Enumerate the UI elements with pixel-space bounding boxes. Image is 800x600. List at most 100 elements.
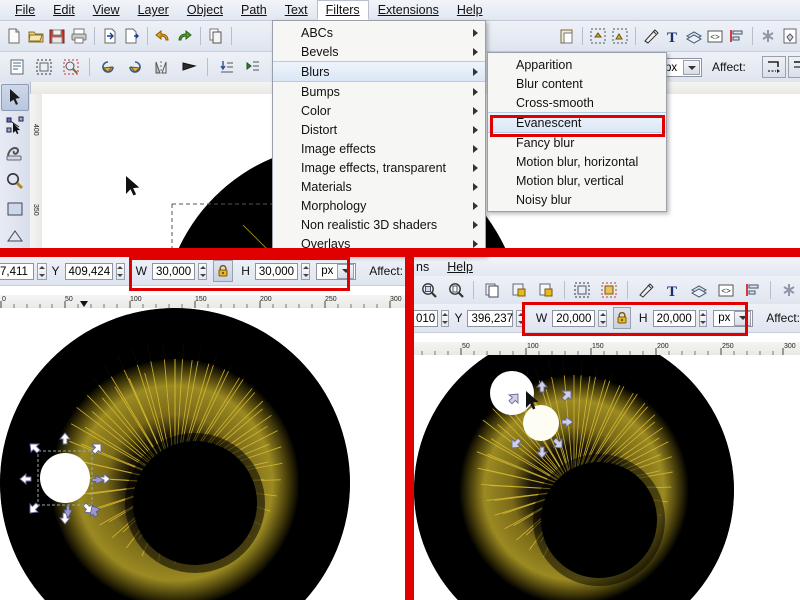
affect-scale-button[interactable] (788, 56, 800, 78)
layers-icon[interactable] (684, 23, 705, 49)
h-spinner[interactable] (301, 262, 311, 280)
paste-icon[interactable] (557, 23, 578, 49)
select-all-layers-icon[interactable] (58, 54, 84, 80)
unit-dropdown-button[interactable] (734, 310, 752, 326)
layers-icon[interactable] (686, 277, 712, 303)
h-spinner[interactable] (698, 309, 708, 327)
print-icon[interactable] (69, 23, 90, 49)
filters-item-non-realistic-3d-shaders[interactable]: Non realistic 3D shaders (273, 215, 485, 234)
blurs-submenu[interactable]: Apparition Blur content Cross-smooth Eva… (487, 52, 667, 212)
tweak-tool[interactable] (1, 140, 29, 167)
filters-item-blurs[interactable]: Blurs (273, 61, 485, 82)
copy-icon[interactable] (205, 23, 226, 49)
lock-ratio-button[interactable] (213, 260, 234, 282)
y-spinner[interactable] (516, 309, 525, 327)
blurs-item-fancy-blur[interactable]: Fancy blur (488, 133, 666, 152)
w-spinner[interactable] (198, 262, 208, 280)
x-spinner[interactable] (37, 262, 47, 280)
unit-dropdown-button[interactable] (337, 263, 355, 279)
3d-box-tool[interactable] (1, 223, 29, 248)
y-input[interactable]: 396,237 (467, 309, 514, 327)
document-metadata-icon[interactable] (779, 23, 800, 49)
save-icon[interactable] (47, 23, 68, 49)
ungroup-icon[interactable] (609, 23, 630, 49)
clip-icon[interactable] (569, 277, 595, 303)
w-input[interactable]: 20,000 (552, 309, 596, 327)
rotate-cw-icon[interactable] (122, 54, 148, 80)
blurs-item-noisy-blur[interactable]: Noisy blur (488, 190, 666, 209)
menu-help[interactable]: Help (448, 0, 492, 20)
y-input[interactable]: 409,424 (64, 262, 113, 280)
align-distribute-icon[interactable] (727, 23, 748, 49)
bl-canvas[interactable] (0, 308, 405, 600)
filters-item-morphology[interactable]: Morphology (273, 196, 485, 215)
preferences-icon[interactable] (758, 23, 779, 49)
h-input[interactable]: 20,000 (652, 309, 696, 327)
filters-item-bumps[interactable]: Bumps (273, 82, 485, 101)
mask-icon[interactable] (596, 277, 622, 303)
h-input[interactable]: 30,000 (254, 262, 299, 280)
flip-vertical-icon[interactable] (176, 54, 202, 80)
filters-item-materials[interactable]: Materials (273, 177, 485, 196)
preferences-icon[interactable] (776, 277, 800, 303)
br-menu-help[interactable]: Help (438, 257, 482, 277)
document-properties-icon[interactable] (4, 54, 30, 80)
text-tool-icon[interactable]: T (662, 23, 683, 49)
menu-file[interactable]: File (6, 0, 44, 20)
filters-item-distort[interactable]: Distort (273, 120, 485, 139)
blurs-item-cross-smooth[interactable]: Cross-smooth (488, 93, 666, 112)
zoom-page-icon[interactable] (443, 277, 469, 303)
flip-horizontal-icon[interactable] (149, 54, 175, 80)
selector-tool[interactable] (1, 84, 29, 111)
open-folder-icon[interactable] (26, 23, 47, 49)
menu-text[interactable]: Text (276, 0, 317, 20)
new-document-icon[interactable] (4, 23, 25, 49)
filters-item-image-effects-transparent[interactable]: Image effects, transparent (273, 158, 485, 177)
affect-move-button[interactable] (762, 56, 786, 78)
node-editor-tool[interactable] (1, 112, 29, 139)
group-icon[interactable] (588, 23, 609, 49)
lock-ratio-button[interactable] (612, 307, 631, 329)
unit-combo[interactable]: px (713, 309, 754, 327)
zoom-tool[interactable] (1, 167, 29, 194)
xml-editor-icon[interactable]: <> (705, 23, 726, 49)
redo-icon[interactable] (174, 23, 195, 49)
w-spinner[interactable] (598, 309, 607, 327)
undo-icon[interactable] (153, 23, 174, 49)
duplicate-icon[interactable] (479, 277, 505, 303)
x-input[interactable]: 7,411 (0, 262, 35, 280)
group-icon[interactable] (506, 277, 532, 303)
align-distribute-icon[interactable] (740, 277, 766, 303)
filters-item-bevels[interactable]: Bevels (273, 42, 485, 61)
blurs-item-motion-blur-horizontal[interactable]: Motion blur, horizontal (488, 152, 666, 171)
x-input[interactable]: 010 (414, 309, 438, 327)
select-all-icon[interactable] (31, 54, 57, 80)
unit-dropdown-button[interactable] (683, 60, 700, 75)
filters-item-abcs[interactable]: ABCs (273, 23, 485, 42)
w-input[interactable]: 30,000 (152, 262, 196, 280)
menu-filters[interactable]: Filters (316, 0, 369, 20)
xml-editor-icon[interactable]: <> (713, 277, 739, 303)
blurs-item-evanescent[interactable]: Evanescent (488, 112, 666, 133)
menu-layer[interactable]: Layer (129, 0, 178, 20)
filters-item-image-effects[interactable]: Image effects (273, 139, 485, 158)
import-icon[interactable] (100, 23, 121, 49)
menu-object[interactable]: Object (178, 0, 232, 20)
raise-icon[interactable] (240, 54, 266, 80)
filters-item-color[interactable]: Color (273, 101, 485, 120)
x-spinner[interactable] (441, 309, 450, 327)
menu-path[interactable]: Path (232, 0, 276, 20)
blurs-item-motion-blur-vertical[interactable]: Motion blur, vertical (488, 171, 666, 190)
raise-to-top-icon[interactable] (213, 54, 239, 80)
ungroup-icon[interactable] (533, 277, 559, 303)
menu-edit[interactable]: Edit (44, 0, 84, 20)
fill-stroke-icon[interactable] (641, 23, 662, 49)
filters-dropdown-menu[interactable]: ABCs Bevels Blurs Bumps Color Distort Im… (272, 20, 486, 256)
menu-extensions[interactable]: Extensions (369, 0, 448, 20)
menu-view[interactable]: View (84, 0, 129, 20)
rectangle-tool[interactable] (1, 195, 29, 222)
text-tool-icon[interactable]: T (660, 277, 686, 303)
blurs-item-blur-content[interactable]: Blur content (488, 74, 666, 93)
unit-combo[interactable]: px (316, 262, 357, 280)
blurs-item-apparition[interactable]: Apparition (488, 55, 666, 74)
